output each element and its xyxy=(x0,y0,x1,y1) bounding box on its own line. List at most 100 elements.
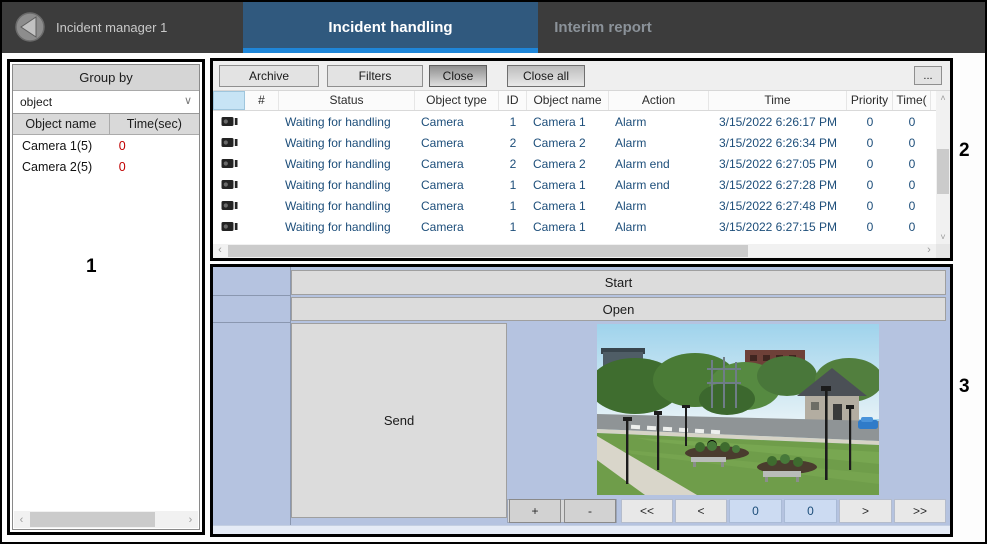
cell-id: 2 xyxy=(509,156,517,171)
cell-time2: 0 xyxy=(908,177,916,192)
incident-row[interactable]: Waiting for handling Camera 1 Camera 1 A… xyxy=(213,111,936,132)
group-by-panel-inner: Group by object ∨ Object name Time(sec) … xyxy=(12,64,200,530)
cell-object-type: Camera xyxy=(421,114,464,129)
zoom-out-button[interactable]: - xyxy=(564,499,616,523)
cell-priority: 0 xyxy=(866,156,874,171)
tab-interim-report[interactable]: Interim report xyxy=(538,2,668,53)
incident-toolbar: Archive Filters Close Close all ... xyxy=(213,61,950,91)
column-object-name[interactable]: Object name xyxy=(527,91,609,110)
send-button[interactable]: Send xyxy=(291,323,507,518)
annotation-label-2: 2 xyxy=(959,140,970,161)
tab-incident-handling-label: Incident handling xyxy=(328,19,453,36)
column-icon[interactable] xyxy=(213,91,245,110)
incident-row[interactable]: Waiting for handling Camera 1 Camera 1 A… xyxy=(213,174,936,195)
incident-list-panel: Archive Filters Close Close all ... # St… xyxy=(210,58,953,261)
close-button[interactable]: Close xyxy=(429,65,487,87)
cell-time2: 0 xyxy=(908,198,916,213)
cell-time2: 0 xyxy=(908,156,916,171)
annotation-label-3: 3 xyxy=(959,376,970,397)
zoom-in-button[interactable]: + xyxy=(509,499,561,523)
hscrollbar-thumb[interactable] xyxy=(30,512,155,527)
group-by-dropdown-value: object xyxy=(20,95,53,109)
more-options-button[interactable]: ... xyxy=(914,66,942,85)
chevron-down-icon: ∨ xyxy=(183,95,192,107)
cell-priority: 0 xyxy=(866,135,874,150)
scroll-left-icon[interactable]: ‹ xyxy=(213,244,227,258)
camera-icon xyxy=(221,201,237,210)
group-row-name: Camera 2(5) xyxy=(22,159,93,174)
first-frame-button[interactable]: << xyxy=(621,499,673,523)
cell-priority: 0 xyxy=(866,114,874,129)
title-bar: Incident manager 1 Incident handling Int… xyxy=(2,2,985,53)
incident-row[interactable]: Waiting for handling Camera 2 Camera 2 A… xyxy=(213,153,936,174)
action-panel-bottom-strip xyxy=(213,525,950,534)
cell-status: Waiting for handling xyxy=(285,198,391,213)
camera-icon xyxy=(221,180,237,189)
incident-row[interactable]: Waiting for handling Camera 1 Camera 1 A… xyxy=(213,195,936,216)
group-row-camera2[interactable]: Camera 2(5) 0 xyxy=(13,156,199,177)
cell-action: Alarm xyxy=(615,135,647,150)
hscrollbar-thumb[interactable] xyxy=(228,245,748,257)
cell-status: Waiting for handling xyxy=(285,135,391,150)
group-row-name: Camera 1(5) xyxy=(22,138,93,153)
cell-id: 1 xyxy=(509,219,517,234)
tab-incident-handling[interactable]: Incident handling xyxy=(243,2,538,53)
application-window: Incident manager 1 Incident handling Int… xyxy=(0,0,987,544)
archive-button[interactable]: Archive xyxy=(219,65,319,87)
incident-table-hscrollbar[interactable]: ‹ › xyxy=(213,244,936,258)
cell-time: 3/15/2022 6:27:05 PM xyxy=(718,156,838,171)
close-all-button[interactable]: Close all xyxy=(507,65,585,87)
street-scene-image xyxy=(597,324,879,495)
scrollbar-corner xyxy=(936,244,950,258)
column-priority[interactable]: Priority xyxy=(847,91,893,110)
group-row-time: 0 xyxy=(118,138,126,153)
last-frame-button[interactable]: >> xyxy=(894,499,946,523)
cell-time: 3/15/2022 6:27:28 PM xyxy=(718,177,838,192)
cell-priority: 0 xyxy=(866,198,874,213)
column-status[interactable]: Status xyxy=(279,91,415,110)
scroll-left-icon[interactable]: ‹ xyxy=(14,514,29,526)
column-number[interactable]: # xyxy=(245,91,279,110)
start-button[interactable]: Start xyxy=(291,270,946,295)
column-object-type[interactable]: Object type xyxy=(415,91,499,110)
incident-row[interactable]: Waiting for handling Camera 2 Camera 2 A… xyxy=(213,132,936,153)
cell-action: Alarm end xyxy=(615,177,670,192)
open-button[interactable]: Open xyxy=(291,297,946,321)
group-by-dropdown[interactable]: object ∨ xyxy=(13,91,199,114)
group-row-camera1[interactable]: Camera 1(5) 0 xyxy=(13,135,199,156)
column-id[interactable]: ID xyxy=(499,91,527,110)
camera-icon xyxy=(221,222,237,231)
cell-action: Alarm xyxy=(615,198,647,213)
vscrollbar-thumb[interactable] xyxy=(937,149,949,194)
incident-row[interactable]: Waiting for handling Camera 1 Camera 1 A… xyxy=(213,216,936,237)
cell-time: 3/15/2022 6:27:15 PM xyxy=(718,219,838,234)
column-action[interactable]: Action xyxy=(609,91,709,110)
cell-action: Alarm xyxy=(615,114,647,129)
scroll-right-icon[interactable]: › xyxy=(922,244,936,258)
cell-time: 3/15/2022 6:26:17 PM xyxy=(718,114,838,129)
column-time[interactable]: Time xyxy=(709,91,847,110)
camera-video-preview[interactable] xyxy=(597,324,879,495)
cell-priority: 0 xyxy=(866,177,874,192)
group-row-time: 0 xyxy=(118,159,126,174)
cell-object-type: Camera xyxy=(421,177,464,192)
incident-table: # Status Object type ID Object name Acti… xyxy=(213,91,936,244)
next-frame-button[interactable]: > xyxy=(839,499,892,523)
prev-frame-button[interactable]: < xyxy=(675,499,727,523)
cell-action: Alarm end xyxy=(615,156,670,171)
cell-time: 3/15/2022 6:27:48 PM xyxy=(718,198,838,213)
cell-object-name: Camera 1 xyxy=(533,177,586,192)
scroll-right-icon[interactable]: › xyxy=(183,514,198,526)
incident-table-vscrollbar[interactable]: ˄ ˅ xyxy=(936,91,950,244)
cell-id: 2 xyxy=(509,135,517,150)
grid-line xyxy=(213,295,290,296)
column-time2[interactable]: Time( xyxy=(893,91,931,110)
scroll-down-icon[interactable]: ˅ xyxy=(936,230,950,244)
group-panel-hscrollbar[interactable]: ‹ › xyxy=(14,511,198,528)
filters-button[interactable]: Filters xyxy=(327,65,423,87)
scroll-up-icon[interactable]: ˄ xyxy=(936,91,950,105)
column-object-name[interactable]: Object name xyxy=(13,114,110,134)
cell-object-type: Camera xyxy=(421,135,464,150)
cell-object-name: Camera 1 xyxy=(533,198,586,213)
column-time-sec[interactable]: Time(sec) xyxy=(110,114,199,134)
